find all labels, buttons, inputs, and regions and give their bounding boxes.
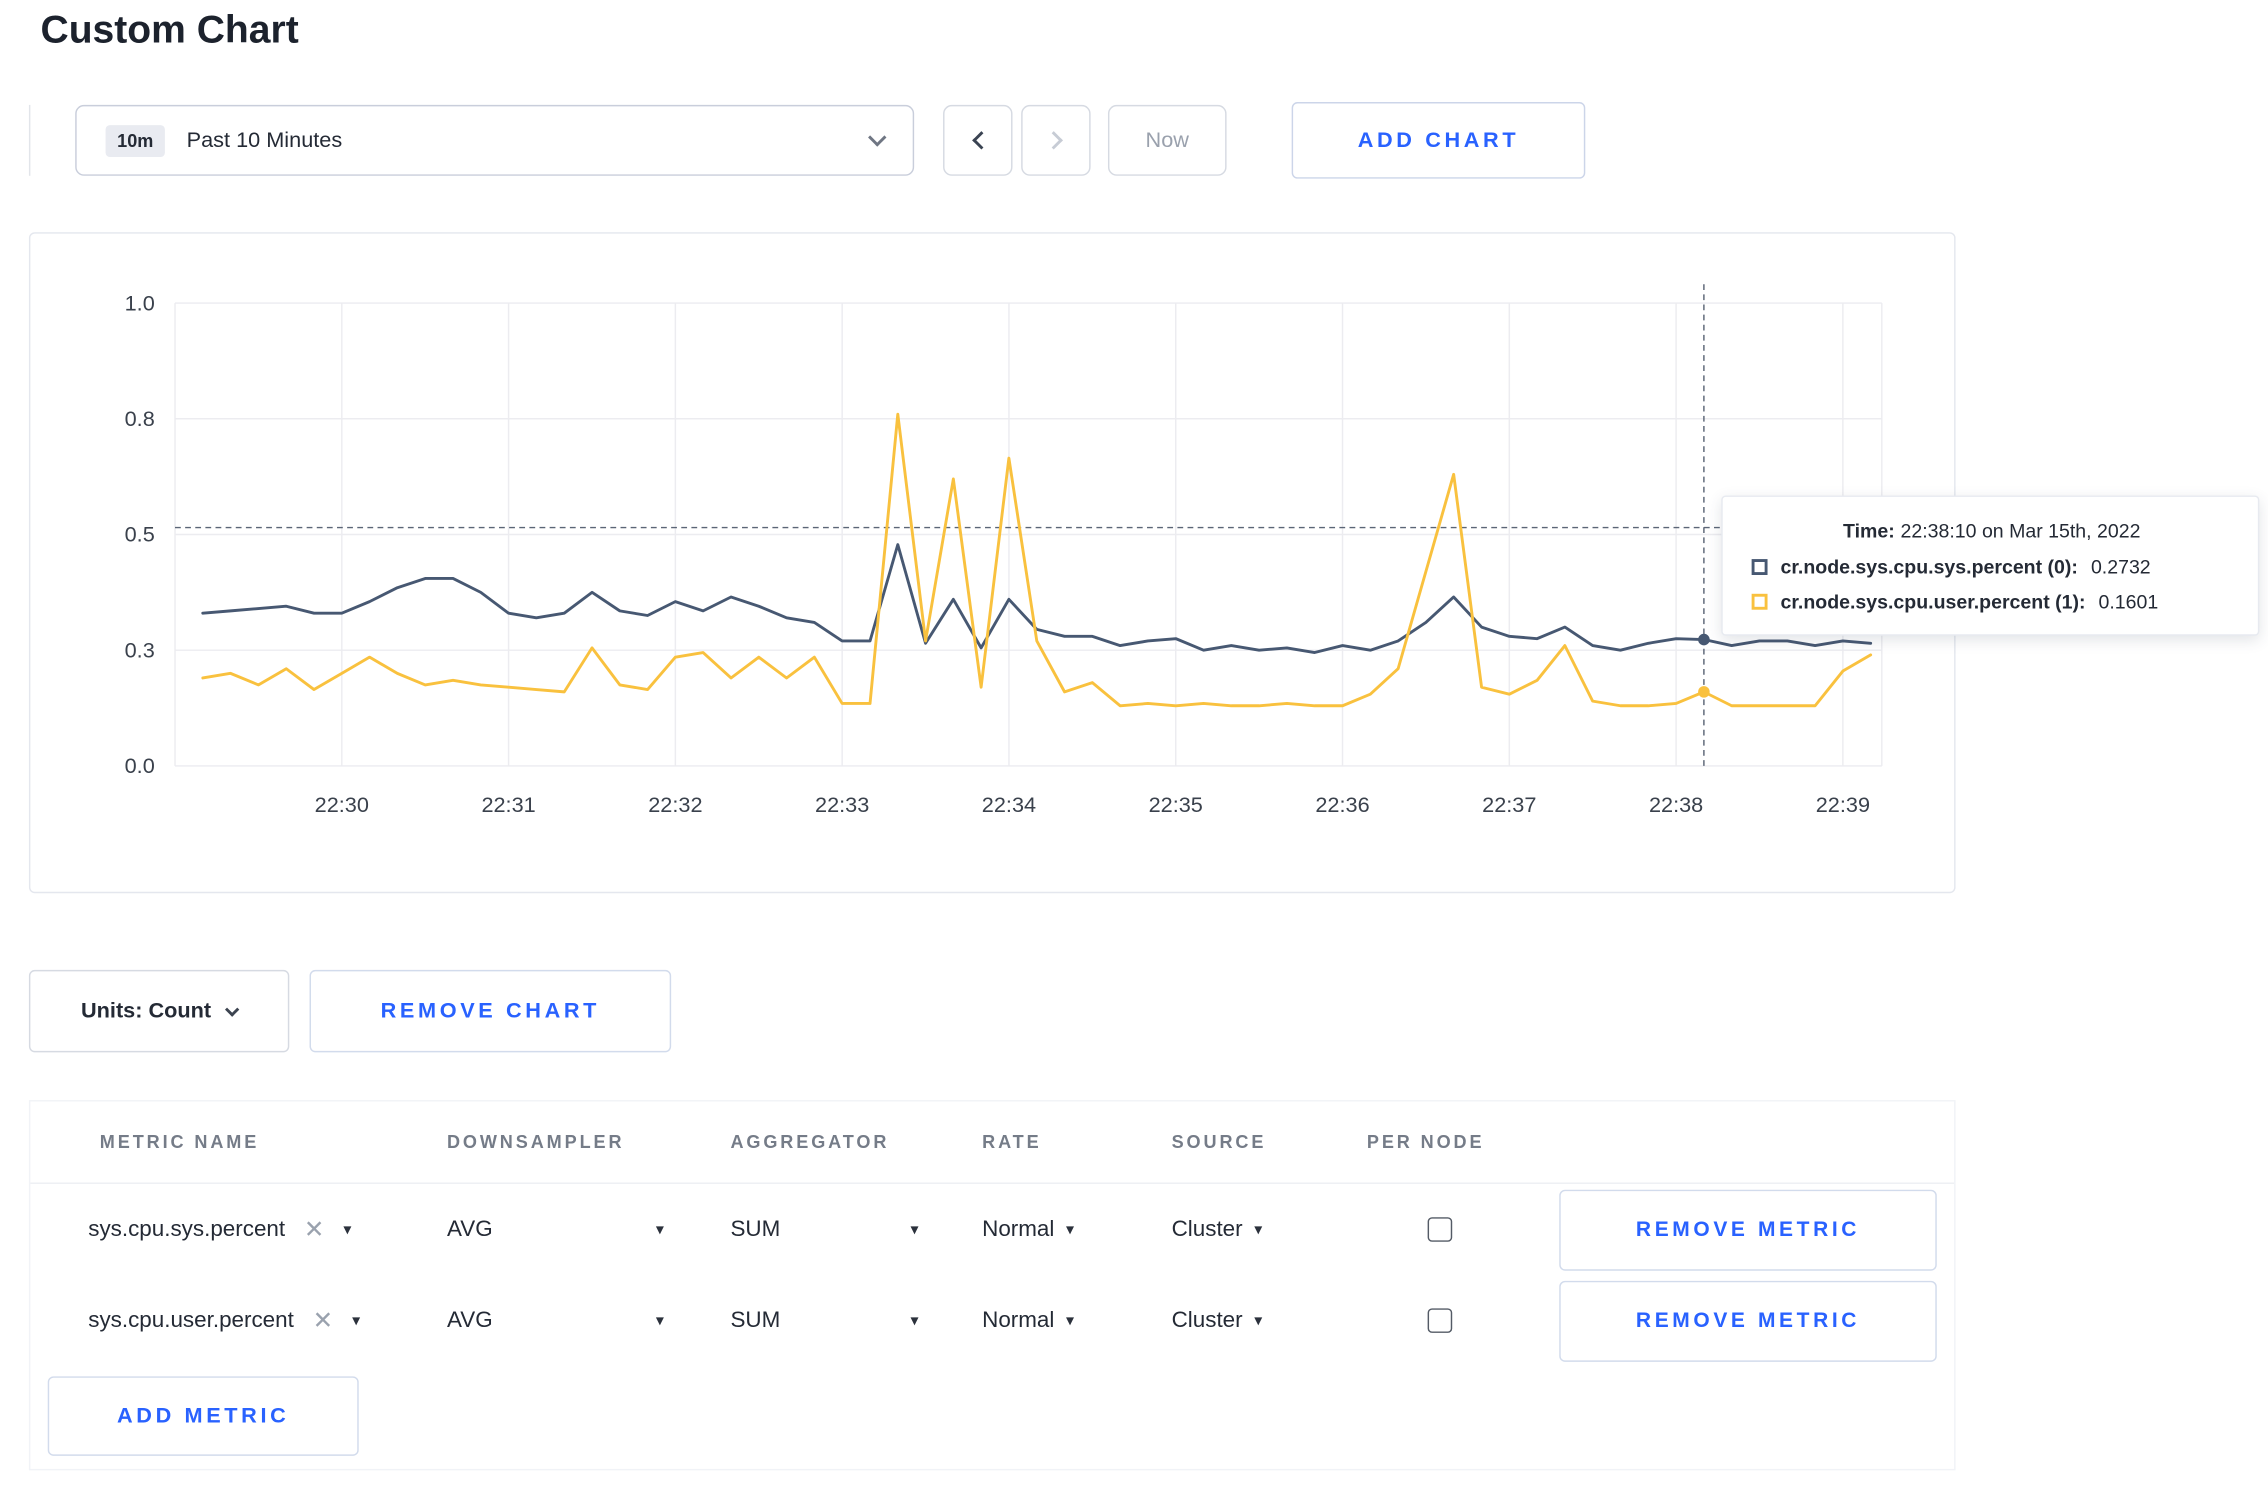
- dropdown-arrow-icon: ▾: [1065, 1312, 1074, 1331]
- time-forward-button[interactable]: [1021, 104, 1091, 176]
- column-header-source: SOURCE: [1171, 1131, 1267, 1153]
- metric-name-value: sys.cpu.sys.percent: [88, 1216, 286, 1242]
- x-axis-label: 22:35: [1149, 792, 1203, 817]
- per-node-checkbox[interactable]: [1427, 1308, 1453, 1333]
- column-header-metric-name: METRIC NAME: [99, 1131, 260, 1153]
- time-range-label: Past 10 Minutes: [186, 128, 343, 153]
- hover-point: [1698, 686, 1710, 698]
- series-line: [201, 412, 1873, 708]
- chevron-right-icon: [1043, 131, 1063, 150]
- downsampler-value: AVG: [446, 1216, 493, 1242]
- aggregator-select[interactable]: SUM ▾: [730, 1216, 918, 1242]
- rate-value: Normal: [982, 1307, 1055, 1333]
- y-axis-label: 1.0: [125, 290, 155, 315]
- x-axis-label: 22:31: [481, 792, 535, 817]
- rate-select[interactable]: Normal ▾: [982, 1216, 1171, 1242]
- toolbar-divider: [28, 104, 31, 176]
- x-axis-label: 22:38: [1649, 792, 1703, 817]
- x-axis-label: 22:37: [1482, 792, 1536, 817]
- chevron-left-icon: [971, 131, 990, 150]
- column-header-per-node: PER NODE: [1366, 1131, 1485, 1153]
- metric-name-select[interactable]: sys.cpu.user.percent ✕ ▾: [88, 1308, 447, 1334]
- chart-section: 0.0 0.3 0.5 0.8 1.0 22:30 22:31 22:32 22:33 22:34…: [0, 232, 2268, 895]
- tooltip-series-value: 0.1601: [2098, 590, 2159, 613]
- remove-metric-button[interactable]: REMOVE METRIC: [1559, 1280, 1937, 1362]
- metric-name-select[interactable]: sys.cpu.sys.percent ✕ ▾: [88, 1216, 447, 1242]
- dropdown-arrow-icon: ▾: [1254, 1221, 1263, 1239]
- y-axis-label: 0.8: [125, 406, 155, 431]
- remove-chart-button[interactable]: REMOVE CHART: [309, 969, 672, 1053]
- chart-card: 0.0 0.3 0.5 0.8 1.0 22:30 22:31 22:32 22:33 22:34…: [28, 232, 1957, 895]
- clear-icon[interactable]: ✕: [304, 1217, 325, 1242]
- dropdown-arrow-icon: ▾: [910, 1221, 919, 1239]
- series-swatch-icon: [1751, 559, 1768, 575]
- time-range-dropdown[interactable]: 10m Past 10 Minutes: [75, 104, 915, 176]
- per-node-checkbox[interactable]: [1427, 1217, 1453, 1242]
- metrics-table-header: METRIC NAME DOWNSAMPLER AGGREGATOR RATE SOUR…: [30, 1101, 1955, 1184]
- rate-value: Normal: [982, 1216, 1055, 1242]
- tooltip-time: Time: 22:38:10 on Mar 15th, 2022: [1752, 520, 2232, 542]
- column-header-downsampler: DOWNSAMPLER: [446, 1131, 625, 1153]
- metric-row: sys.cpu.user.percent ✕ ▾ AVG ▾ SUM ▾ Normal ▾ Clu…: [30, 1275, 1954, 1366]
- dropdown-arrow-icon: ▾: [1254, 1312, 1263, 1331]
- units-dropdown[interactable]: Units: Count: [28, 969, 290, 1053]
- dropdown-arrow-icon: ▾: [910, 1312, 919, 1331]
- x-axis-label: 22:39: [1816, 792, 1870, 817]
- x-axis-label: 22:34: [982, 792, 1036, 817]
- dropdown-arrow-icon: ▾: [655, 1221, 664, 1239]
- time-back-button[interactable]: [943, 104, 1013, 176]
- chevron-down-icon: [868, 127, 887, 146]
- dropdown-arrow-icon: ▾: [1065, 1221, 1074, 1239]
- units-label: Units: Count: [80, 998, 212, 1024]
- custom-chart-page: Custom Chart 10m Past 10 Minutes Now ADD…: [0, 8, 2268, 1486]
- hover-point: [1698, 633, 1710, 646]
- y-axis-label: 0.3: [125, 637, 155, 662]
- tooltip-time-label: Time:: [1842, 520, 1895, 542]
- tooltip-series-label: cr.node.sys.cpu.sys.percent (0):: [1780, 556, 2078, 578]
- dropdown-arrow-icon: ▾: [655, 1312, 664, 1331]
- now-button[interactable]: Now: [1107, 104, 1227, 176]
- x-axis-label: 22:33: [815, 792, 869, 817]
- downsampler-select[interactable]: AVG ▾: [447, 1216, 664, 1242]
- x-axis-label: 22:36: [1315, 792, 1369, 817]
- aggregator-value: SUM: [730, 1307, 781, 1333]
- downsampler-select[interactable]: AVG ▾: [447, 1308, 664, 1334]
- line-chart[interactable]: 0.0 0.3 0.5 0.8 1.0 22:30 22:31 22:32 22:33 22:34…: [30, 234, 1957, 895]
- series-swatch-icon: [1751, 593, 1768, 610]
- remove-metric-button[interactable]: REMOVE METRIC: [1559, 1189, 1937, 1271]
- metrics-table: METRIC NAME DOWNSAMPLER AGGREGATOR RATE SOUR…: [28, 1100, 1956, 1471]
- tooltip-series-value: 0.2732: [2090, 556, 2151, 578]
- downsampler-value: AVG: [446, 1307, 493, 1333]
- metric-name-value: sys.cpu.user.percent: [88, 1307, 294, 1333]
- source-select[interactable]: Cluster ▾: [1172, 1216, 1367, 1242]
- chart-tooltip: Time: 22:38:10 on Mar 15th, 2022 cr.node.…: [1721, 495, 2260, 636]
- column-header-aggregator: AGGREGATOR: [730, 1131, 890, 1153]
- clear-icon[interactable]: ✕: [313, 1308, 334, 1333]
- tooltip-series-row: cr.node.sys.cpu.sys.percent (0): 0.2732: [1751, 556, 2232, 578]
- add-chart-button[interactable]: ADD CHART: [1291, 102, 1586, 179]
- chart-toolbar: 10m Past 10 Minutes Now ADD CHART: [28, 102, 2268, 179]
- source-value: Cluster: [1171, 1216, 1243, 1242]
- rate-select[interactable]: Normal ▾: [982, 1308, 1171, 1334]
- tooltip-series-label: cr.node.sys.cpu.user.percent (1):: [1780, 590, 2086, 613]
- tooltip-series-row: cr.node.sys.cpu.user.percent (1): 0.1601: [1751, 590, 2232, 613]
- source-select[interactable]: Cluster ▾: [1172, 1308, 1367, 1334]
- y-axis-label: 0.5: [125, 522, 155, 547]
- source-value: Cluster: [1171, 1307, 1243, 1333]
- aggregator-value: SUM: [730, 1216, 781, 1242]
- y-axis-label: 0.0: [125, 753, 155, 778]
- x-axis-label: 22:30: [315, 792, 369, 817]
- dropdown-arrow-icon: ▾: [343, 1221, 352, 1239]
- dropdown-arrow-icon: ▾: [352, 1312, 361, 1331]
- chevron-down-icon: [224, 1001, 240, 1017]
- x-axis-label: 22:32: [648, 792, 702, 817]
- aggregator-select[interactable]: SUM ▾: [730, 1308, 918, 1334]
- time-range-badge: 10m: [105, 124, 165, 157]
- metric-row: sys.cpu.sys.percent ✕ ▾ AVG ▾ SUM ▾ Normal ▾ Clus…: [30, 1184, 1954, 1275]
- page-title: Custom Chart: [40, 8, 299, 52]
- chart-footer-controls: Units: Count REMOVE CHART: [28, 969, 2268, 1053]
- add-metric-button[interactable]: ADD METRIC: [47, 1376, 359, 1456]
- tooltip-time-value: 22:38:10 on Mar 15th, 2022: [1900, 520, 2141, 542]
- column-header-rate: RATE: [982, 1131, 1042, 1153]
